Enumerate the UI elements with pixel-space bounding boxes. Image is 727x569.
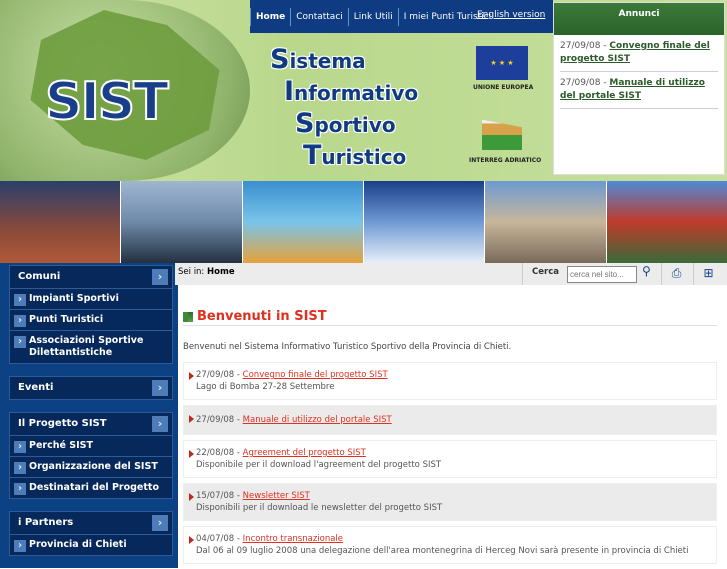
- chevron-right-icon[interactable]: ›: [152, 380, 168, 396]
- english-version-link[interactable]: English version: [477, 10, 545, 20]
- chevron-right-icon[interactable]: ›: [152, 515, 168, 531]
- news-item: 27/09/08 - Manuale di utilizzo del porta…: [183, 405, 717, 435]
- title-word: Informativo: [284, 76, 419, 107]
- interreg-logo-icon: [482, 119, 522, 150]
- news-list: 27/09/08 - Convegno finale del progetto …: [183, 362, 717, 564]
- photo-skier: [363, 181, 486, 263]
- main-content: Benvenuti in SIST Benvenuti nel Sistema …: [183, 285, 717, 569]
- interreg-label: INTERREG ADRIATICO: [469, 157, 542, 164]
- sitemap-icon[interactable]: ⊞: [693, 263, 723, 285]
- breadcrumb-current[interactable]: Home: [207, 267, 235, 277]
- page-title: Benvenuti in SIST: [183, 309, 717, 326]
- news-item: 27/09/08 - Convegno finale del progetto …: [183, 362, 717, 400]
- photo-sea: [121, 181, 243, 263]
- sidebar-item[interactable]: Associazioni Sportive Dilettantistiche: [10, 330, 172, 363]
- news-item: 15/07/08 - Newsletter SIST Disponibili pe…: [183, 483, 717, 521]
- annuncio-item: 27/09/08 - Manuale di utilizzo del porta…: [560, 72, 718, 109]
- sidebar-item[interactable]: Organizzazione del SIST: [10, 456, 172, 477]
- sidebar-item[interactable]: Punti Turistici: [10, 309, 172, 330]
- breadcrumb-bar: Sei in: Home Cerca ⚲ ⎙ ⊞: [175, 263, 727, 285]
- photo-village: [485, 181, 607, 263]
- search-input[interactable]: [567, 266, 637, 283]
- nav-contattaci[interactable]: Contattaci: [290, 7, 348, 26]
- news-link[interactable]: Agreement del progetto SIST: [243, 448, 366, 458]
- sidebar-header-partners[interactable]: i Partners ›: [10, 512, 172, 534]
- photo-swimmer: [242, 181, 364, 263]
- breadcrumb: Sei in: Home: [178, 267, 235, 277]
- title-word: Sistema: [270, 44, 366, 75]
- search-icon[interactable]: ⚲: [642, 264, 651, 278]
- news-item: 04/07/08 - Incontro transnazionale Dal 06…: [183, 526, 717, 564]
- title-word: Turistico: [303, 140, 407, 171]
- search-label: Cerca: [522, 263, 568, 285]
- intro-text: Benvenuti nel Sistema Informativo Turist…: [183, 342, 512, 352]
- annuncio-item: 27/09/08 - Convegno finale del progetto …: [560, 35, 718, 72]
- news-link[interactable]: Convegno finale del progetto SIST: [243, 370, 388, 380]
- sidebar-group-comuni: Comuni› Impianti Sportivi Punti Turistic…: [9, 265, 173, 364]
- sidebar: Comuni› Impianti Sportivi Punti Turistic…: [0, 263, 178, 568]
- sidebar-group-partners: i Partners› Provincia di Chieti: [9, 511, 173, 556]
- print-icon[interactable]: ⎙: [661, 263, 691, 285]
- sidebar-header-progetto[interactable]: Il Progetto SIST ›: [10, 413, 172, 435]
- sidebar-item[interactable]: Destinatari del Progetto: [10, 477, 172, 498]
- sidebar-group-eventi: Eventi ›: [9, 376, 173, 400]
- bullet-squares-icon: [183, 311, 193, 322]
- news-link[interactable]: Newsletter SIST: [243, 491, 310, 501]
- annunci-panel: Annunci 27/09/08 - Convegno finale del p…: [553, 2, 725, 175]
- sidebar-item[interactable]: Perché SIST: [10, 435, 172, 456]
- eu-label: UNIONE EUROPEA: [473, 84, 534, 91]
- annunci-title: Annunci: [554, 3, 724, 35]
- sist-logo[interactable]: SIST: [44, 71, 170, 133]
- photo-runners: [0, 181, 122, 263]
- nav-link-utili[interactable]: Link Utili: [347, 7, 398, 26]
- sidebar-item[interactable]: Impianti Sportivi: [10, 288, 172, 309]
- photo-cyclists: [606, 181, 727, 263]
- chevron-right-icon[interactable]: ›: [152, 416, 168, 432]
- sidebar-header-comuni[interactable]: Comuni ›: [10, 266, 172, 288]
- sidebar-header-eventi[interactable]: Eventi ›: [10, 377, 172, 399]
- news-link[interactable]: Manuale di utilizzo del portale SIST: [243, 415, 392, 425]
- news-link[interactable]: Incontro transnazionale: [243, 534, 343, 544]
- chevron-right-icon[interactable]: ›: [152, 269, 168, 285]
- photo-strip: [0, 181, 727, 263]
- sidebar-group-progetto: Il Progetto SIST› Perché SIST Organizzaz…: [9, 412, 173, 499]
- title-word: Sportivo: [295, 108, 396, 139]
- news-item: 22/08/08 - Agreement del progetto SIST Di…: [183, 440, 717, 478]
- eu-flag-icon: ★ ★ ★: [476, 46, 528, 80]
- nav-home[interactable]: Home: [250, 7, 290, 26]
